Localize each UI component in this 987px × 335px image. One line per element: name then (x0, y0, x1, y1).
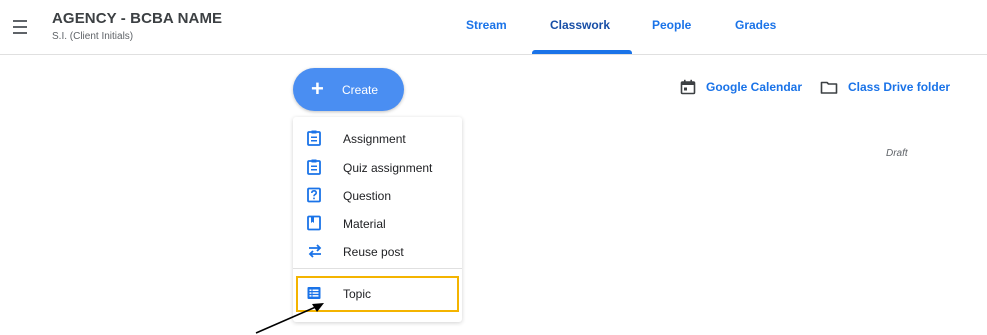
assignment-icon (307, 130, 321, 146)
header-divider (0, 54, 987, 55)
menu-item-label: Quiz assignment (343, 161, 433, 175)
top-bar: AGENCY - BCBA NAME S.I. (Client Initials… (0, 0, 987, 56)
class-section: S.I. (Client Initials) (52, 31, 134, 42)
menu-item-label: Assignment (343, 132, 406, 146)
reuse-post-icon (308, 244, 322, 258)
menu-item-quiz-assignment[interactable]: Quiz assignment (293, 154, 462, 180)
menu-item-material[interactable]: Material (293, 210, 462, 236)
class-title[interactable]: AGENCY - BCBA NAME (52, 10, 222, 27)
create-button[interactable]: + Create (293, 68, 404, 111)
tab-classwork[interactable]: Classwork (550, 18, 610, 32)
menu-divider (293, 268, 462, 269)
quiz-assignment-icon (307, 159, 321, 175)
material-icon (307, 215, 321, 231)
question-icon (307, 187, 321, 203)
menu-item-label: Question (343, 189, 392, 203)
class-drive-folder-label: Class Drive folder (848, 80, 951, 94)
create-button-label: Create (342, 83, 379, 97)
calendar-icon (680, 79, 696, 95)
google-calendar-label: Google Calendar (706, 80, 803, 94)
menu-item-label: Reuse post (343, 245, 404, 259)
menu-item-question[interactable]: Question (293, 182, 462, 208)
main-menu-icon[interactable] (10, 16, 32, 38)
menu-item-assignment[interactable]: Assignment (293, 125, 462, 151)
draft-label: Draft (886, 148, 908, 159)
tab-people[interactable]: People (652, 18, 691, 32)
folder-icon (820, 81, 838, 94)
menu-item-label: Material (343, 217, 386, 231)
menu-item-reuse-post[interactable]: Reuse post (293, 238, 462, 264)
tab-stream[interactable]: Stream (466, 18, 507, 32)
tab-grades[interactable]: Grades (735, 18, 776, 32)
pointer-arrow-icon (255, 303, 324, 334)
plus-icon: + (311, 76, 324, 101)
